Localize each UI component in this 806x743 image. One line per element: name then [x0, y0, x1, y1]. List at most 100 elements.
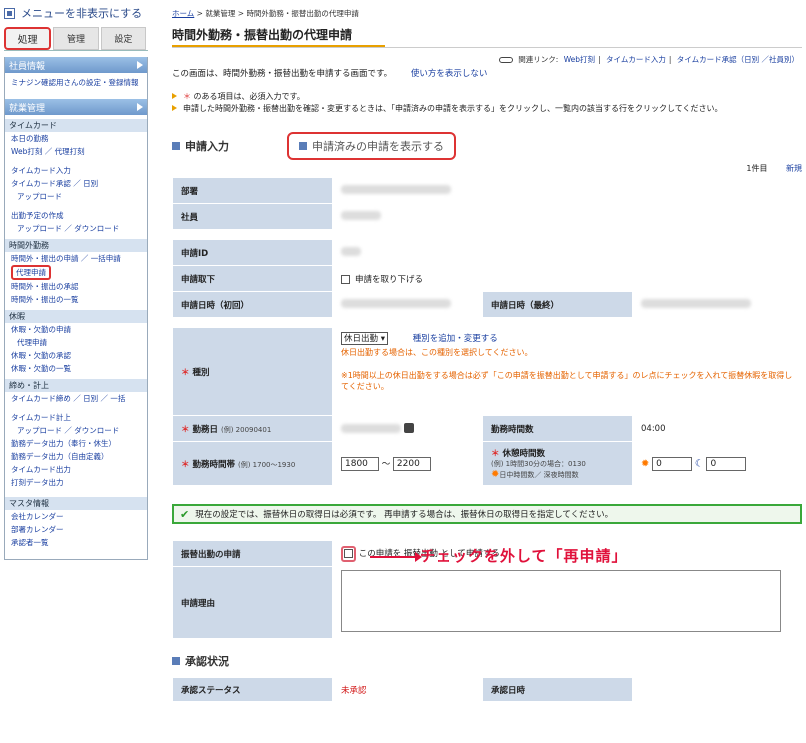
category-timecard: タイムカード: [5, 119, 147, 132]
type-note: 休日出勤する場合は、この種別を選択してください。: [341, 348, 533, 357]
main-content: ホーム > 就業管理 > 時間外勤務・振替出勤の代理申請 時間外勤務・振替出勤の…: [172, 0, 802, 702]
record-count: 1件目 新規: [746, 164, 802, 173]
square-icon: [172, 657, 180, 665]
sidebar-item-timecard-approval[interactable]: タイムカード承認 ／ 日別: [5, 177, 147, 190]
value-date-latest: [632, 291, 802, 318]
label-date-first: 申請日時（初回）: [172, 291, 333, 318]
check-icon: ✔: [180, 507, 190, 521]
value-date-first: [332, 291, 483, 318]
label-transfer: 振替出勤の申請: [172, 540, 333, 567]
sidebar-item-proxy-apply[interactable]: 代理申請: [11, 265, 51, 280]
square-icon: [172, 142, 180, 150]
value-work-hours: 04:00: [632, 415, 802, 442]
notes: ＊ のある項目は、必須入力です。 申請した時間外勤務・振替出勤を確認・変更すると…: [172, 91, 802, 115]
break-night-input[interactable]: 0: [706, 456, 747, 471]
sidebar-item-overtime-list[interactable]: 時間外・振出の一覧: [5, 293, 147, 306]
type-select[interactable]: 休日出勤 ▾: [341, 332, 388, 345]
sidebar-item-company-calendar[interactable]: 会社カレンダー: [5, 510, 147, 523]
transfer-checkbox[interactable]: [344, 548, 353, 558]
label-app-id: 申請ID: [172, 239, 333, 266]
sidebar-tabs: 処理 管理 設定: [4, 27, 148, 51]
menu-panel: 社員情報 ミナジン確認用さんの設定・登録情報 就業管理 タイムカード 本日の勤務…: [4, 57, 148, 560]
sun-icon: ✹: [641, 458, 650, 469]
sidebar-item-employee-settings[interactable]: ミナジン確認用さんの設定・登録情報: [5, 73, 147, 89]
sidebar-item-today[interactable]: 本日の勤務: [5, 132, 147, 145]
tab-settings[interactable]: 設定: [100, 27, 146, 50]
label-approval-status: 承認ステータス: [172, 677, 333, 702]
how-to-link[interactable]: 使い方を表示しない: [411, 69, 488, 79]
section-title-input: 申請入力: [172, 138, 229, 154]
bullet-icon: [172, 93, 177, 99]
new-link[interactable]: 新規: [786, 164, 802, 173]
show-submitted-button[interactable]: 申請済みの申請を表示する: [287, 132, 456, 160]
label-work-time: ＊ 勤務時間帯 (例) 1700～1930: [172, 441, 333, 486]
section-title-approval: 承認状況: [172, 653, 802, 669]
sidebar-item-close-upload[interactable]: アップロード ／ ダウンロード: [5, 424, 147, 437]
category-close: 締め・計上: [5, 379, 147, 392]
annotation-text: チェックを外して「再申請」: [420, 547, 628, 565]
sidebar: メニューを非表示にする 処理 管理 設定 社員情報 ミナジン確認用さんの設定・登…: [4, 4, 148, 560]
reason-textarea[interactable]: [341, 570, 781, 632]
break-day-input[interactable]: 0: [652, 456, 693, 471]
sidebar-item-timecard-export[interactable]: タイムカード出力: [5, 463, 147, 476]
sidebar-item-timecard-input[interactable]: タイムカード入力: [5, 164, 147, 177]
required-mark: ＊: [183, 92, 191, 101]
label-work-hours: 勤務時間数: [482, 415, 633, 442]
value-approval-status: 未承認: [332, 677, 483, 702]
section-attendance[interactable]: 就業管理: [5, 99, 147, 115]
annotation-arrow: [370, 552, 422, 562]
calendar-icon[interactable]: [403, 423, 414, 434]
sidebar-item-approvers[interactable]: 承認者一覧: [5, 536, 147, 549]
moon-icon: ☾: [694, 458, 704, 469]
label-withdraw: 申請取下: [172, 265, 333, 292]
sidebar-item-overtime-approval[interactable]: 時間外・振出の承認: [5, 280, 147, 293]
sidebar-item-punch-export[interactable]: 打刻データ出力: [5, 476, 147, 489]
info-banner: ✔ 現在の設定では、振替休日の取得日は必須です。 再申請する場合は、振替休日の取得…: [172, 504, 802, 524]
sidebar-item-timecard-close[interactable]: タイムカード締め ／ 日別 ／ 一括: [5, 392, 147, 405]
sidebar-item-export-bugyo[interactable]: 勤務データ出力（奉行・休生）: [5, 437, 147, 450]
end-time-input[interactable]: 2200: [392, 456, 431, 471]
value-app-id: [332, 239, 802, 266]
label-dept: 部署: [172, 177, 333, 204]
breadcrumb: ホーム > 就業管理 > 時間外勤務・振替出勤の代理申請: [172, 9, 359, 18]
label-employee: 社員: [172, 203, 333, 230]
start-time-input[interactable]: 1800: [341, 456, 379, 471]
link-timecard-input[interactable]: タイムカード入力: [606, 55, 666, 64]
arrow-right-icon: [137, 103, 143, 111]
category-overtime: 時間外勤務: [5, 239, 147, 252]
label-work-date: ＊ 勤務日 (例) 20090401: [172, 415, 333, 442]
sidebar-item-web-punch[interactable]: Web打刻 ／ 代理打刻: [5, 145, 147, 158]
sidebar-item-leave-list[interactable]: 休暇・欠勤の一覧: [5, 362, 147, 375]
sidebar-item-leave-approval[interactable]: 休暇・欠勤の承認: [5, 349, 147, 362]
category-leave: 休暇: [5, 310, 147, 323]
sidebar-item-upload-download[interactable]: アップロード ／ ダウンロード: [5, 222, 147, 235]
hide-menu-link[interactable]: メニューを非表示にする: [4, 4, 148, 22]
type-change-link[interactable]: 種別を追加・変更する: [413, 334, 498, 344]
section-employee-info[interactable]: 社員情報: [5, 57, 147, 73]
sidebar-item-overtime-apply[interactable]: 時間外・振出の申請 ／ 一括申請: [5, 252, 147, 265]
application-form: 部署 社員 申請ID 申請取下 申請を取り下げる 申請日時（初回） 申請日時（最…: [172, 177, 802, 486]
withdraw-checkbox[interactable]: [341, 274, 350, 284]
link-web-punch[interactable]: Web打刻: [564, 55, 595, 64]
description: この画面は、時間外勤務・振替出勤を申請する画面です。 使い方を表示しない: [172, 69, 488, 79]
sidebar-item-upload[interactable]: アップロード: [5, 190, 147, 203]
value-employee: [332, 203, 802, 230]
tab-manage[interactable]: 管理: [53, 27, 99, 50]
type-warning: ※1時間以上の休日出勤をする場合は必ず「この申請を振替出勤として申請する」のレ点…: [341, 371, 793, 391]
sidebar-item-timecard-post[interactable]: タイムカード計上: [5, 411, 147, 424]
glasses-icon: [498, 57, 513, 63]
sidebar-item-schedule[interactable]: 出勤予定の作成: [5, 209, 147, 222]
breadcrumb-home[interactable]: ホーム: [172, 9, 194, 18]
sidebar-item-leave-apply[interactable]: 休暇・欠勤の申請: [5, 323, 147, 336]
tab-process[interactable]: 処理: [4, 27, 52, 50]
sidebar-item-export-custom[interactable]: 勤務データ出力（自由定義）: [5, 450, 147, 463]
approval-table: 承認ステータス 未承認 承認日時: [172, 677, 802, 702]
sidebar-item-leave-proxy[interactable]: 代理申請: [5, 336, 147, 349]
collapse-icon: [4, 7, 15, 19]
related-links: 関連リンク: Web打刻 | タイムカード入力 | タイムカード承認（日別 ／社員別…: [172, 54, 802, 65]
sidebar-item-dept-calendar[interactable]: 部署カレンダー: [5, 523, 147, 536]
link-timecard-approval[interactable]: タイムカード承認（日別 ／社員別）: [677, 55, 799, 64]
page-title: 時間外勤務・振替出勤の代理申請: [172, 26, 385, 47]
bullet-icon: [172, 105, 177, 111]
category-master: マスタ情報: [5, 497, 147, 510]
